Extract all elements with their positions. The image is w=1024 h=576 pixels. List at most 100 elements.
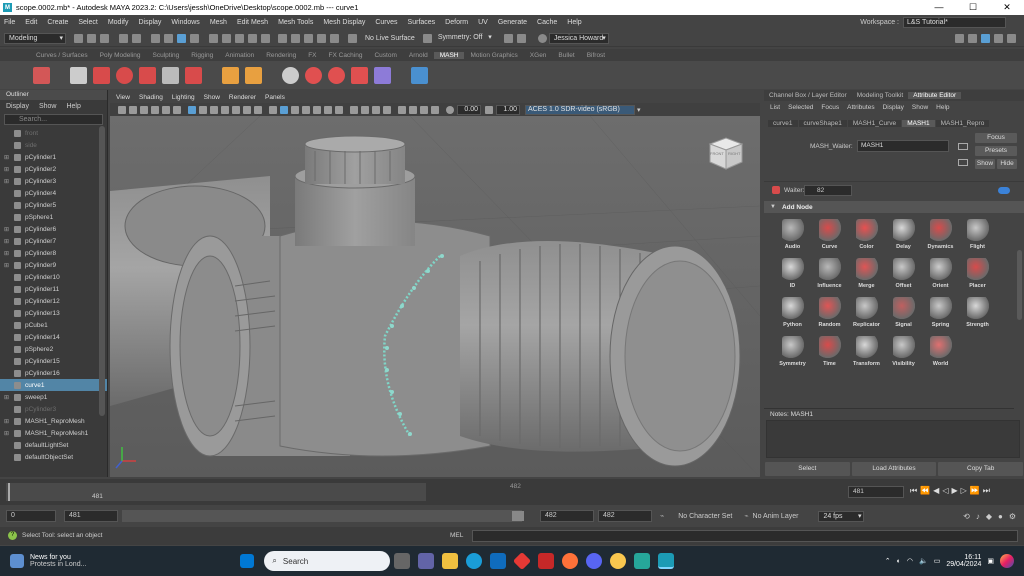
- outliner-item[interactable]: ⊞ pCylinder6: [0, 223, 107, 235]
- exposure-field[interactable]: 0.00: [457, 104, 481, 115]
- mash-brush-icon[interactable]: [374, 66, 391, 84]
- snap-plane-icon[interactable]: [248, 33, 257, 43]
- outliner-item[interactable]: ⊞ pCylinder3: [0, 175, 107, 187]
- mash-text-icon[interactable]: [93, 66, 110, 84]
- end-frame-field[interactable]: 482: [598, 510, 652, 522]
- mash-node-spring[interactable]: Spring: [922, 297, 959, 328]
- outliner-item[interactable]: ⊞ pCylinder1: [0, 151, 107, 163]
- attribute-editor-icon[interactable]: [981, 33, 990, 43]
- hide-button[interactable]: Hide: [997, 159, 1017, 169]
- notification-icon[interactable]: ▣: [987, 557, 994, 565]
- bookmark-icon[interactable]: [139, 105, 148, 114]
- image-plane-icon[interactable]: [150, 105, 159, 114]
- news-title[interactable]: News for you: [30, 554, 86, 561]
- menu-item-display[interactable]: Display: [138, 19, 161, 26]
- select-hierarchy-icon[interactable]: [151, 33, 160, 43]
- auto-key-icon[interactable]: ●: [998, 512, 1003, 521]
- mash-node-merge[interactable]: Merge: [848, 258, 885, 289]
- mash-spin-icon[interactable]: [282, 66, 299, 84]
- outliner-item[interactable]: front: [0, 127, 107, 139]
- hypershade-icon[interactable]: [330, 33, 339, 43]
- playhead[interactable]: [8, 483, 10, 501]
- copilot-icon[interactable]: [1000, 554, 1014, 568]
- motion-blur-icon[interactable]: [360, 105, 369, 114]
- anti-alias-icon[interactable]: [371, 105, 380, 114]
- outliner-item[interactable]: pCylinder16: [0, 367, 107, 379]
- render-settings-icon[interactable]: [317, 33, 326, 43]
- taskbar-search[interactable]: ⌕ Search: [264, 551, 391, 571]
- outliner-menu-display[interactable]: Display: [6, 103, 29, 110]
- outliner-item[interactable]: ⊞ pCylinder9: [0, 259, 107, 271]
- mash-sphere-icon[interactable]: [305, 66, 322, 84]
- select-button[interactable]: Select: [765, 462, 850, 476]
- select-component-icon[interactable]: [177, 33, 186, 43]
- outliner-item[interactable]: pCylinder11: [0, 283, 107, 295]
- menu-item-deform[interactable]: Deform: [445, 19, 468, 26]
- outliner-item[interactable]: pSphere2: [0, 343, 107, 355]
- 2d-pan-icon[interactable]: [161, 105, 170, 114]
- maya-taskbar-icon[interactable]: [658, 553, 675, 569]
- node-tab-curve1[interactable]: curve1: [768, 120, 798, 127]
- depth-of-field-icon[interactable]: [382, 105, 391, 114]
- gate-mask-icon[interactable]: [220, 105, 229, 114]
- teams-icon[interactable]: [418, 553, 435, 569]
- volume-icon[interactable]: 🔈: [919, 557, 928, 565]
- expand-icon[interactable]: ⊞: [4, 250, 12, 257]
- ipr-icon[interactable]: [304, 33, 313, 43]
- waiter-count-field[interactable]: 82: [804, 185, 852, 196]
- command-input[interactable]: [472, 530, 1018, 542]
- mash-dots-icon[interactable]: [185, 66, 202, 84]
- mash-node-id[interactable]: ID: [774, 258, 811, 289]
- mash-node-strength[interactable]: Strength: [959, 297, 996, 328]
- mash-node-python[interactable]: Python: [774, 297, 811, 328]
- add-node-header[interactable]: ▼ Add Node: [764, 201, 1024, 213]
- shelf-tab-poly-modeling[interactable]: Poly Modeling: [94, 52, 147, 59]
- textured-icon[interactable]: [312, 105, 321, 114]
- menu-item-select[interactable]: Select: [78, 19, 97, 26]
- viewport-menu-shading[interactable]: Shading: [139, 94, 163, 101]
- enable-toggle[interactable]: [998, 187, 1010, 194]
- shelf-tab-animation[interactable]: Animation: [219, 52, 260, 59]
- mash-node-curve[interactable]: Curve: [811, 219, 848, 250]
- tray-app-icon[interactable]: ◐: [897, 558, 901, 565]
- viewport-menu-renderer[interactable]: Renderer: [229, 94, 256, 101]
- maximize-button[interactable]: ☐: [956, 2, 990, 13]
- mash-blob-icon[interactable]: [351, 66, 368, 84]
- mash-node-color[interactable]: Color: [848, 219, 885, 250]
- lasso-icon[interactable]: [190, 33, 199, 43]
- menu-item-create[interactable]: Create: [47, 19, 68, 26]
- waiter-name-field[interactable]: MASH1: [857, 140, 949, 152]
- range-handle[interactable]: [512, 511, 524, 521]
- sound-icon[interactable]: ♪: [976, 512, 980, 521]
- workspace-dropdown[interactable]: L&S Tutorial*: [903, 16, 1006, 28]
- app-icon[interactable]: [634, 553, 651, 569]
- view-cube[interactable]: FRONT RIGHT: [708, 136, 744, 170]
- menu-item-uv[interactable]: UV: [478, 19, 488, 26]
- attr-menu-help[interactable]: Help: [936, 104, 949, 111]
- mash-node-audio[interactable]: Audio: [774, 219, 811, 250]
- shelf-tab-fx[interactable]: FX: [302, 52, 322, 59]
- layout-icon[interactable]: [955, 33, 964, 43]
- copy-tab-button[interactable]: Copy Tab: [938, 462, 1024, 476]
- shelf-tab-rigging[interactable]: Rigging: [185, 52, 219, 59]
- attr-menu-focus[interactable]: Focus: [821, 104, 839, 111]
- shadows-icon[interactable]: [334, 105, 343, 114]
- undo-icon[interactable]: [119, 33, 128, 43]
- chrome-icon[interactable]: [610, 553, 627, 569]
- step-forward-icon[interactable]: ▷: [961, 486, 967, 496]
- new-scene-icon[interactable]: [74, 33, 83, 43]
- mash-node-flight[interactable]: Flight: [959, 219, 996, 250]
- focus-node-icon[interactable]: [958, 143, 968, 150]
- notes-textarea[interactable]: [766, 420, 1020, 458]
- menu-item-curves[interactable]: Curves: [375, 19, 397, 26]
- expand-icon[interactable]: ⊞: [4, 226, 12, 233]
- mash-node-world[interactable]: World: [922, 336, 959, 367]
- menu-item-help[interactable]: Help: [567, 19, 581, 26]
- node-tab-mash1[interactable]: MASH1: [902, 120, 935, 127]
- panel-tab-channel-box-layer-editor[interactable]: Channel Box / Layer Editor: [764, 92, 852, 99]
- expand-icon[interactable]: ⊞: [4, 154, 12, 161]
- focus-button[interactable]: Focus: [975, 133, 1017, 143]
- node-tab-curveshape1[interactable]: curveShape1: [798, 120, 847, 127]
- anim-layer-dropdown[interactable]: No Anim Layer: [753, 513, 799, 520]
- edge-icon[interactable]: [466, 553, 483, 569]
